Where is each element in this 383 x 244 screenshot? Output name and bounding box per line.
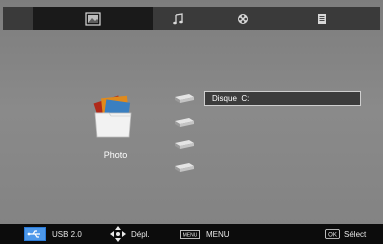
film-reel-icon — [238, 13, 248, 24]
hard-drive-icon[interactable] — [173, 162, 195, 173]
menu-key-icon: MENU — [180, 230, 200, 239]
hard-drive-icon[interactable] — [173, 93, 195, 104]
ok-key-text: OK — [328, 232, 337, 238]
menu-label: MENU — [206, 229, 230, 239]
tab-text[interactable] — [299, 7, 345, 30]
tab-movie[interactable] — [220, 7, 266, 30]
media-tab-bar — [3, 7, 380, 30]
move-label: Dépl. — [131, 229, 150, 239]
menu-key-text: MENU — [183, 233, 198, 239]
text-document-icon — [318, 13, 326, 24]
hard-drive-icon[interactable] — [173, 117, 195, 128]
category-label: Photo — [103, 150, 128, 160]
bottom-help-bar: USB 2.0 Dépl. MENU MENU OK Sélect — [0, 224, 383, 244]
select-label: Sélect — [344, 229, 367, 239]
music-note-icon — [173, 12, 183, 24]
usb-label: USB 2.0 — [52, 229, 82, 239]
selected-drive-item[interactable]: Disque C: — [204, 91, 361, 106]
tab-photo[interactable] — [33, 7, 153, 30]
media-browser-screen: Photo Disque C: USB 2.0 Dépl. MENU MENU … — [0, 0, 383, 244]
directional-arrows-icon — [110, 226, 126, 242]
ok-key-icon: OK — [325, 229, 340, 239]
usb-icon — [24, 227, 46, 241]
photo-folder-icon — [93, 95, 132, 138]
tab-music[interactable] — [153, 7, 203, 30]
photo-icon — [85, 11, 101, 26]
hard-drive-icon[interactable] — [173, 139, 195, 150]
